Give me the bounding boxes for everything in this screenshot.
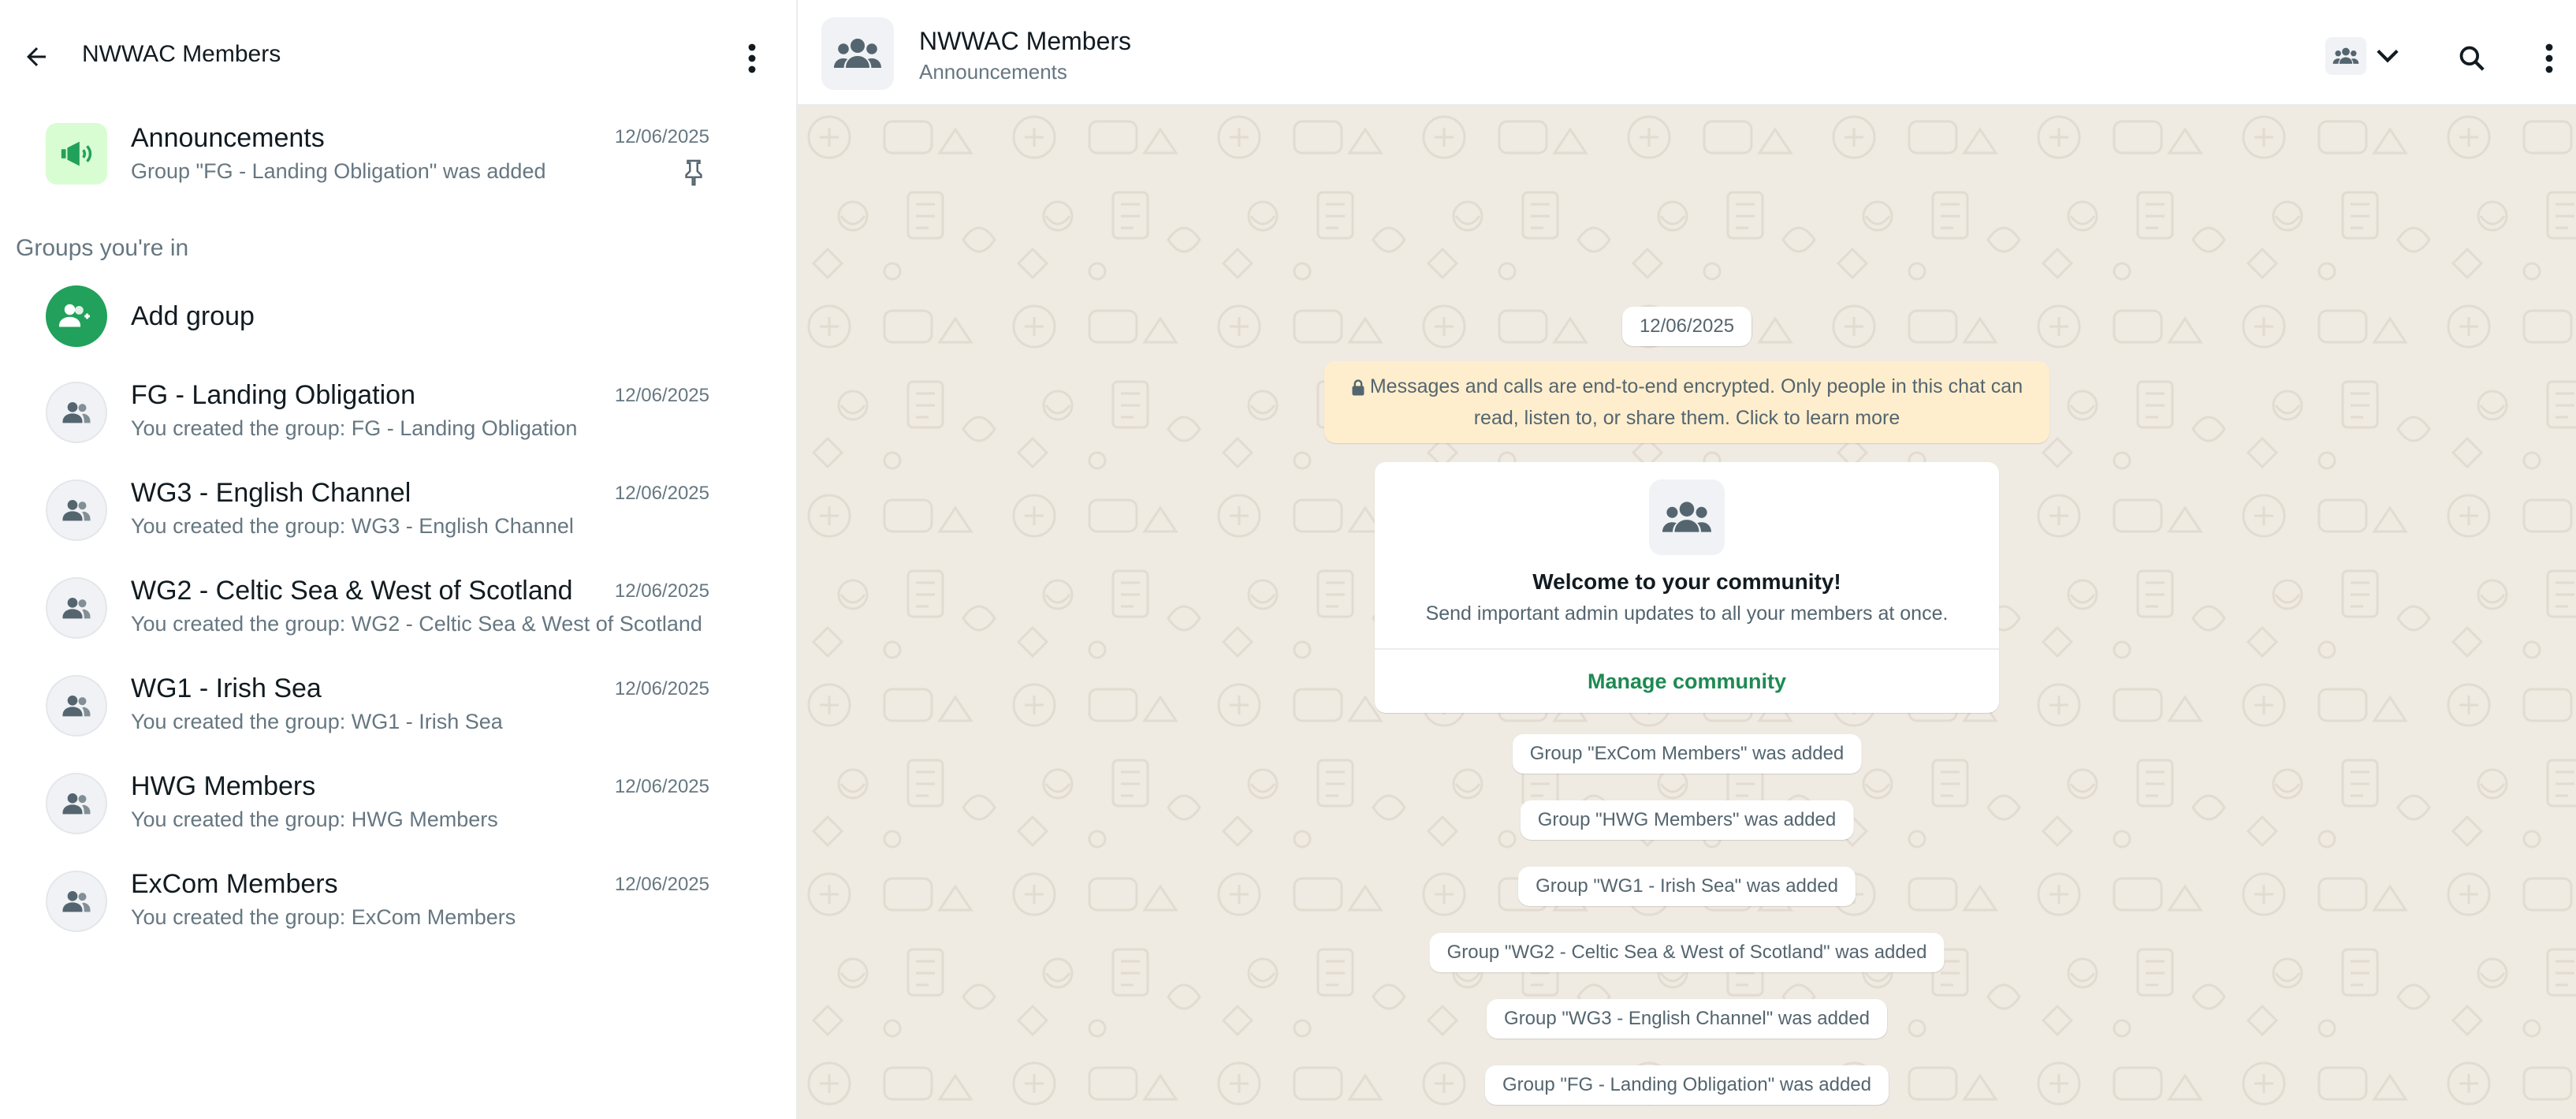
group-avatar: [46, 773, 107, 834]
manage-community-button[interactable]: Manage community: [1375, 650, 1999, 713]
chat-menu-button[interactable]: [2526, 35, 2573, 82]
community-icon: [834, 39, 881, 68]
group-icon: [62, 500, 91, 521]
group-row[interactable]: ExCom Members You created the group: ExC…: [0, 864, 798, 962]
search-icon: [2459, 46, 2485, 71]
announcements-date: 12/06/2025: [614, 126, 709, 147]
community-switcher[interactable]: [2325, 35, 2412, 77]
pin-icon: [685, 159, 702, 186]
welcome-subtitle: Send important admin updates to all your…: [1425, 602, 1949, 625]
search-button[interactable]: [2448, 35, 2496, 82]
encryption-notice[interactable]: Messages and calls are end-to-end encryp…: [1324, 361, 2049, 443]
group-date: 12/06/2025: [614, 678, 709, 699]
announcements-subtitle: Group "FG - Landing Obligation" was adde…: [131, 159, 546, 183]
announcements-avatar: [46, 123, 107, 185]
group-row[interactable]: WG2 - Celtic Sea & West of Scotland You …: [0, 571, 798, 669]
group-title: ExCom Members: [131, 869, 338, 899]
group-last-message: You created the group: WG3 - English Cha…: [131, 514, 574, 538]
add-group-button[interactable]: Add group: [0, 278, 798, 375]
group-last-message: You created the group: HWG Members: [131, 808, 498, 831]
community-panel-header: NWWAC Members: [0, 0, 796, 112]
group-row[interactable]: HWG Members You created the group: HWG M…: [0, 767, 798, 864]
groups-section-label: Groups you're in: [16, 235, 189, 261]
community-switcher-avatar: [2325, 37, 2366, 75]
group-icon: [62, 891, 91, 912]
announcements-title: Announcements: [131, 123, 325, 153]
welcome-card: Welcome to your community! Send importan…: [1375, 462, 1999, 713]
arrow-left-icon: [27, 47, 46, 66]
lock-icon: [1352, 379, 1364, 396]
group-row[interactable]: WG3 - English Channel You created the gr…: [0, 473, 798, 571]
community-icon: [1662, 502, 1711, 532]
group-date: 12/06/2025: [614, 580, 709, 602]
kebab-menu-icon: [748, 43, 756, 73]
chevron-down-icon: [2377, 49, 2399, 63]
group-title: FG - Landing Obligation: [131, 380, 415, 410]
group-row[interactable]: WG1 - Irish Sea You created the group: W…: [0, 669, 798, 767]
chat-title[interactable]: NWWAC Members: [919, 27, 1131, 56]
group-icon: [62, 696, 91, 717]
megaphone-icon: [61, 141, 92, 166]
group-avatar: [46, 382, 107, 443]
group-title: WG2 - Celtic Sea & West of Scotland: [131, 576, 573, 606]
chat-subtitle: Announcements: [919, 60, 1067, 84]
system-message: Group "WG1 - Irish Sea" was added: [1518, 867, 1856, 906]
date-separator: 12/06/2025: [1621, 307, 1752, 346]
group-icon: [62, 402, 91, 423]
group-icon: [62, 793, 91, 815]
group-date: 12/06/2025: [614, 874, 709, 895]
add-group-label: Add group: [131, 301, 255, 331]
group-date: 12/06/2025: [614, 776, 709, 797]
system-message: Group "WG3 - English Channel" was added: [1487, 999, 1887, 1039]
system-message: Group "HWG Members" was added: [1520, 800, 1854, 840]
system-message: Group "WG2 - Celtic Sea & West of Scotla…: [1429, 933, 1945, 972]
add-group-avatar: [46, 285, 107, 347]
system-message: Group "ExCom Members" was added: [1512, 734, 1862, 774]
group-title: HWG Members: [131, 771, 316, 801]
community-avatar[interactable]: [821, 17, 894, 90]
group-last-message: You created the group: WG1 - Irish Sea: [131, 710, 503, 733]
group-avatar: [46, 871, 107, 932]
group-avatar: [46, 675, 107, 737]
group-title: WG1 - Irish Sea: [131, 673, 322, 703]
group-avatar: [46, 479, 107, 541]
group-last-message: You created the group: ExCom Members: [131, 905, 516, 929]
panel-menu-button[interactable]: [728, 35, 776, 82]
group-icon: [62, 598, 91, 619]
chat-panel: NWWAC Members Announcements 12/06/2025 M…: [798, 0, 2576, 1119]
community-name: NWWAC Members: [82, 41, 281, 67]
chat-header: NWWAC Members Announcements: [798, 0, 2576, 106]
group-avatar: [46, 577, 107, 639]
add-group-icon: [59, 304, 90, 327]
announcements-row[interactable]: Announcements Group "FG - Landing Obliga…: [0, 112, 798, 210]
group-row[interactable]: FG - Landing Obligation You created the …: [0, 375, 798, 473]
encryption-notice-text: Messages and calls are end-to-end encryp…: [1369, 375, 2023, 429]
community-icon: [2332, 47, 2359, 64]
group-last-message: You created the group: WG2 - Celtic Sea …: [131, 612, 702, 636]
welcome-title: Welcome to your community!: [1532, 569, 1841, 594]
app-window: NWWAC Members Announcements Group "FG - …: [0, 0, 2576, 1119]
welcome-community-avatar: [1649, 479, 1725, 555]
kebab-menu-icon: [2545, 43, 2553, 73]
community-panel: NWWAC Members Announcements Group "FG - …: [0, 0, 798, 1119]
group-date: 12/06/2025: [614, 483, 709, 504]
group-last-message: You created the group: FG - Landing Obli…: [131, 416, 578, 440]
group-title: WG3 - English Channel: [131, 478, 411, 508]
back-button[interactable]: [11, 33, 61, 80]
system-message: Group "FG - Landing Obligation" was adde…: [1485, 1065, 1889, 1105]
group-date: 12/06/2025: [614, 385, 709, 406]
